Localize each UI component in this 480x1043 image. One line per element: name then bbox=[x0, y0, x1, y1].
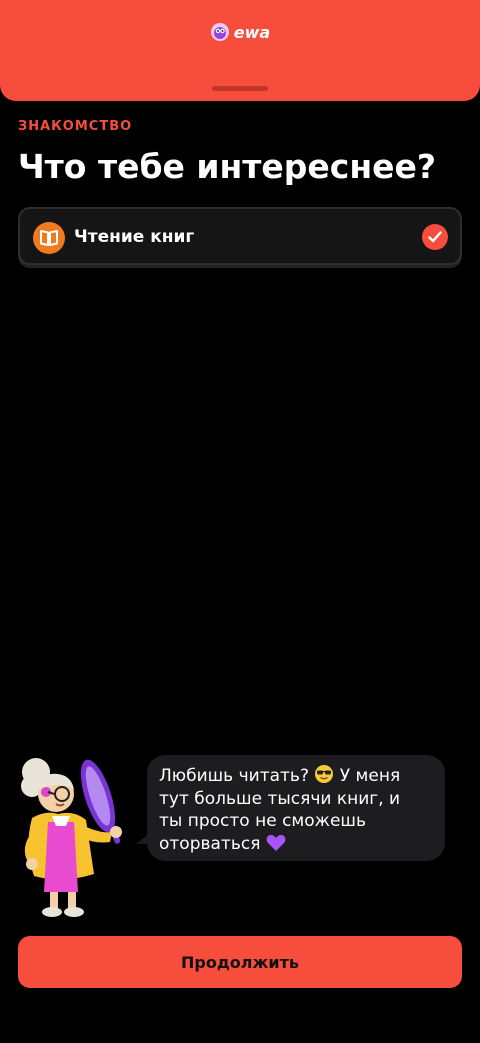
option-label: Чтение книг bbox=[74, 227, 195, 247]
checkmark-icon bbox=[422, 224, 448, 250]
assistant-speech-bubble: Любишь читать? У меня тут больше тысячи … bbox=[147, 755, 445, 861]
option-reading-books[interactable]: Чтение книг bbox=[18, 207, 462, 265]
sunglasses-emoji-icon bbox=[315, 765, 334, 783]
book-icon bbox=[33, 222, 65, 254]
top-header: ewa bbox=[0, 0, 480, 101]
purple-heart-emoji-icon bbox=[266, 834, 286, 851]
brand-logo: ewa bbox=[0, 22, 480, 42]
continue-button[interactable]: Продолжить bbox=[18, 936, 462, 988]
page-title: Что тебе интереснее? bbox=[18, 147, 437, 186]
grandma-detective-mascot bbox=[21, 758, 122, 917]
section-eyebrow: ЗНАКОМСТВО bbox=[18, 119, 133, 134]
message-part: Любишь читать? bbox=[159, 766, 309, 786]
brand-name: ewa bbox=[233, 22, 271, 42]
message-part: У меня bbox=[339, 766, 401, 786]
assistant-message: Любишь читать? У меня тут больше тысячи … bbox=[159, 764, 433, 855]
ewa-logo-icon bbox=[210, 23, 229, 41]
sheet-drag-handle[interactable] bbox=[212, 86, 268, 91]
